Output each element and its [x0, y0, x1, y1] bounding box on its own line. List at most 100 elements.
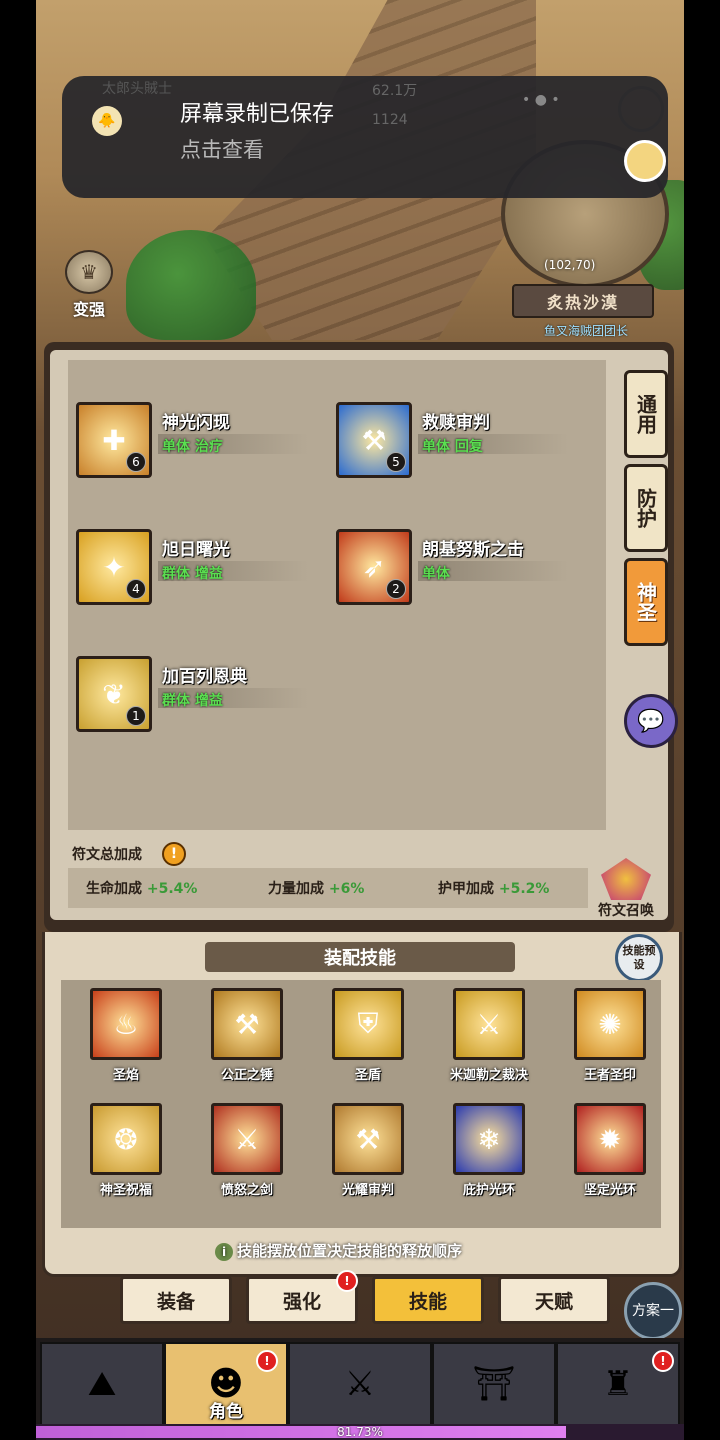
- rune-item[interactable]: ✚ 6 神光闪现 单体 治疗: [68, 388, 318, 478]
- rune-item[interactable]: ✦ 4 旭日曙光 群体 增益: [68, 515, 318, 605]
- chat-icon[interactable]: 💬: [624, 694, 678, 748]
- plan-button[interactable]: 方案一: [624, 1282, 682, 1340]
- tab-talent[interactable]: 天赋: [498, 1276, 610, 1324]
- rune-level: 2: [386, 579, 406, 599]
- nav-item-adventure[interactable]: ⛰: [40, 1342, 164, 1426]
- skill-slot[interactable]: ❂ 神圣祝福: [71, 1097, 181, 1209]
- skill-label: 圣盾: [354, 1068, 381, 1083]
- hammer-of-justice-icon: ⚒: [211, 988, 283, 1060]
- rune-item[interactable]: ➶ 2 朗基努斯之击 单体: [328, 515, 578, 605]
- wrath-sword-icon: ⚔: [211, 1103, 283, 1175]
- rune-stats-bar: 生命加成 +5.4% 力量加成 +6% 护甲加成 +5.2%: [68, 868, 588, 908]
- info-icon[interactable]: !: [162, 842, 186, 866]
- rune-item[interactable]: ⚒ 5 救赎审判 单体 回复: [328, 388, 578, 478]
- rune-tags: 群体 增益: [162, 693, 223, 709]
- rune-level: 1: [126, 706, 146, 726]
- stat-armor: 护甲加成 +5.2%: [438, 878, 549, 898]
- tab-protection[interactable]: 防护: [624, 464, 668, 552]
- rune-name: 救赎审判: [422, 413, 490, 433]
- michael-judgment-icon: ⚔: [453, 988, 525, 1060]
- skill-slot[interactable]: ⚔ 愤怒之剑: [192, 1097, 302, 1209]
- castle-icon: ♜: [602, 1364, 634, 1404]
- skill-label: 圣焰: [112, 1068, 139, 1083]
- king-seal-icon: ✺: [574, 988, 646, 1060]
- skill-label: 神圣祝福: [99, 1183, 152, 1198]
- hint-text: 技能摆放位置决定技能的释放顺序: [237, 1242, 463, 1260]
- rune-name: 神光闪现: [162, 413, 230, 433]
- radiant-judgment-icon: ⚒: [332, 1103, 404, 1175]
- alert-badge-icon: !: [256, 1350, 278, 1372]
- stat-value: +5.2%: [498, 881, 550, 897]
- rune-tags: 单体 回复: [422, 439, 483, 455]
- rune-summon-icon: [601, 858, 651, 900]
- skill-slot[interactable]: ⚒ 公正之锤: [192, 982, 302, 1094]
- skill-label: 王者圣印: [583, 1068, 636, 1083]
- info-icon: i: [215, 1243, 233, 1261]
- skill-slot[interactable]: ❄ 庇护光环: [434, 1097, 544, 1209]
- skill-label: 愤怒之剑: [220, 1183, 273, 1198]
- stat-str: 力量加成 +6%: [268, 878, 364, 898]
- equip-skills-panel: 装配技能 技能预设 ♨ 圣焰 ⚒ 公正之锤 ⛨ 圣盾 ⚔ 米迦勒之裁决 ✺ 王者圣印 ❂ 神圣祝福 ⚔ 愤…: [42, 932, 682, 1277]
- rune-item[interactable]: ❦ 1 加百列恩典 群体 增益: [68, 642, 318, 732]
- tab-general[interactable]: 通用: [624, 370, 668, 458]
- xp-percent: 81.73%: [337, 1425, 383, 1439]
- palm-tree: [126, 230, 256, 340]
- tab-skills[interactable]: 技能: [372, 1276, 484, 1324]
- toast-bg-value-2: 1124: [372, 112, 408, 128]
- stat-label: 护甲加成: [438, 881, 494, 897]
- rune-name: 朗基努斯之击: [422, 540, 524, 560]
- rune-panel-inner: ✚ 6 神光闪现 单体 治疗 ⚒ 5 救赎审判 单体 回复 ✦ 4 旭日曙光 群…: [50, 350, 678, 920]
- skill-label: 光耀审判: [341, 1183, 394, 1198]
- rune-tags: 单体 治疗: [162, 439, 223, 455]
- xp-bar: 81.73%: [36, 1424, 684, 1440]
- toast-title: 屏幕录制已保存: [180, 102, 335, 127]
- rune-name: 加百列恩典: [162, 667, 247, 687]
- strengthen-icon: ♛: [65, 250, 113, 294]
- skill-order-hint: i 技能摆放位置决定技能的释放顺序: [215, 1240, 462, 1261]
- sanctuary-aura-icon: ❄: [453, 1103, 525, 1175]
- rune-level: 6: [126, 452, 146, 472]
- rune-total-label: 符文总加成: [72, 847, 142, 863]
- rune-tags: 单体: [422, 566, 450, 582]
- rune-name: 旭日曙光: [162, 540, 230, 560]
- stat-value: +5.4%: [146, 881, 198, 897]
- skill-slot[interactable]: ✺ 王者圣印: [555, 982, 665, 1094]
- zone-name: 炙热沙漠: [512, 284, 654, 318]
- nav-item-battle[interactable]: ⚔: [288, 1342, 432, 1426]
- skill-grid: ♨ 圣焰 ⚒ 公正之锤 ⛨ 圣盾 ⚔ 米迦勒之裁决 ✺ 王者圣印 ❂ 神圣祝福 ⚔ 愤怒之剑 ⚒ 光耀审判 ❄ 庇…: [61, 980, 661, 1228]
- rune-level: 5: [386, 452, 406, 472]
- rune-panel: ✚ 6 神光闪现 单体 治疗 ⚒ 5 救赎审判 单体 回复 ✦ 4 旭日曙光 群…: [44, 342, 678, 932]
- tab-equipment[interactable]: 装备: [120, 1276, 232, 1324]
- skill-slot[interactable]: ⚔ 米迦勒之裁决: [434, 982, 544, 1094]
- screen-record-toast[interactable]: 太郎头賊士 62.1万 1124 • ● • 🐥 屏幕录制已保存 点击查看: [62, 76, 668, 198]
- stat-label: 力量加成: [268, 881, 324, 897]
- alert-badge-icon: !: [336, 1270, 358, 1292]
- skill-preset-button[interactable]: 技能预设: [615, 934, 663, 982]
- rune-level: 4: [126, 579, 146, 599]
- equip-skills-title: 装配技能: [205, 942, 515, 972]
- skill-slot[interactable]: ⚒ 光耀审判: [313, 1097, 423, 1209]
- toast-subtitle[interactable]: 点击查看: [180, 134, 264, 164]
- skill-label: 米迦勒之裁决: [449, 1068, 528, 1083]
- nav-item-guild[interactable]: ⛩: [432, 1342, 556, 1426]
- zone-subtitle: 鱼叉海贼团团长: [544, 324, 629, 338]
- alert-badge-icon: !: [652, 1350, 674, 1372]
- stat-hp: 生命加成 +5.4%: [86, 878, 197, 898]
- skill-label: 公正之锤: [220, 1068, 273, 1083]
- holy-blessing-icon: ❂: [90, 1103, 162, 1175]
- rune-category-tabs: 通用 防护 神圣: [624, 370, 668, 652]
- toast-bg-value-1: 62.1万: [372, 83, 418, 99]
- float-round-button[interactable]: [624, 140, 666, 182]
- skill-slot[interactable]: ⛨ 圣盾: [313, 982, 423, 1094]
- rune-grid: ✚ 6 神光闪现 单体 治疗 ⚒ 5 救赎审判 单体 回复 ✦ 4 旭日曙光 群…: [68, 360, 606, 830]
- holy-shield-icon: ⛨: [332, 988, 404, 1060]
- battle-icon: ⚔: [344, 1364, 376, 1404]
- skill-slot[interactable]: ✹ 坚定光环: [555, 1097, 665, 1209]
- tab-holy[interactable]: 神圣: [624, 558, 668, 646]
- skill-label: 坚定光环: [583, 1183, 636, 1198]
- game-screen: (102,70) 炙热沙漠 鱼叉海贼团团长 ♛ 变强 太郎头賊士 62.1万 1…: [36, 0, 684, 1440]
- strengthen-button[interactable]: ♛ 变强: [58, 250, 120, 320]
- skill-slot[interactable]: ♨ 圣焰: [71, 982, 181, 1094]
- rune-summon-button[interactable]: 符文召唤: [590, 858, 662, 926]
- strengthen-label: 变强: [72, 300, 105, 319]
